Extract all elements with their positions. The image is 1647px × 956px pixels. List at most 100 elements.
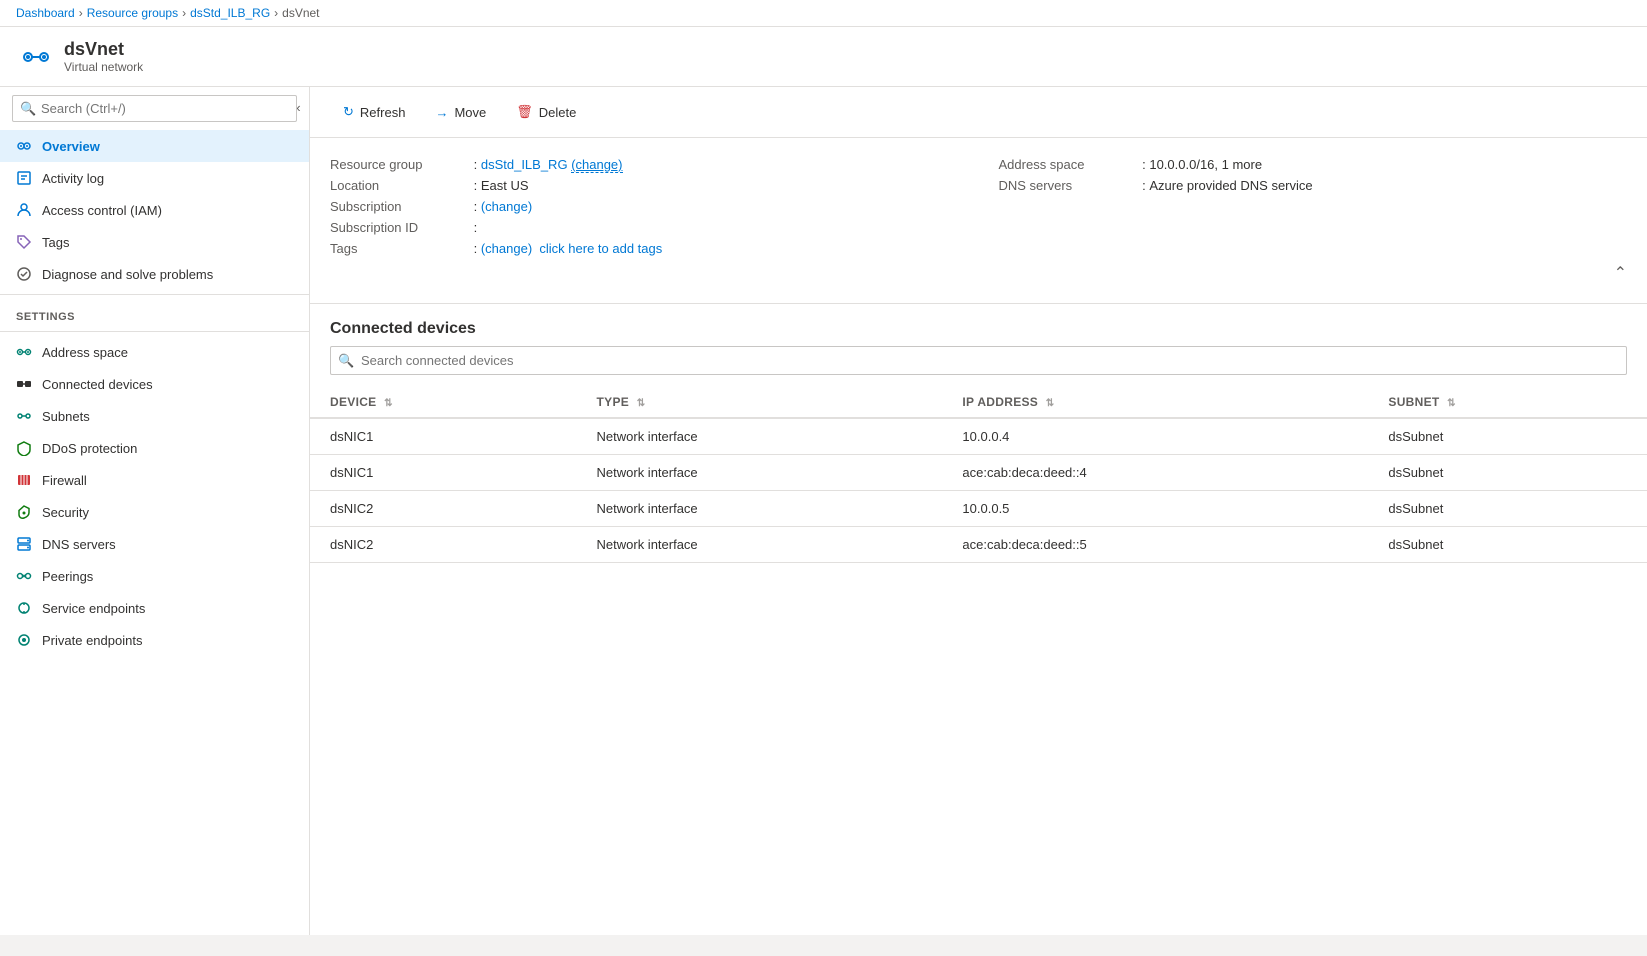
chevron-up-icon: ⌃	[1614, 263, 1627, 283]
connected-devices-section: Connected devices 🔍 DEVICE ⇅ TYPE ⇅	[310, 304, 1647, 563]
activity-log-icon	[16, 170, 32, 186]
breadcrumb-current: dsVnet	[282, 6, 319, 20]
overview-icon	[16, 138, 32, 154]
cell-ip: 10.0.0.4	[942, 418, 1368, 455]
devices-search-input[interactable]	[330, 346, 1627, 375]
tags-change-link[interactable]: (change)	[481, 241, 532, 256]
connected-devices-title: Connected devices	[310, 304, 1647, 346]
ddos-icon	[16, 440, 32, 456]
subscription-id-value: :	[470, 220, 477, 235]
security-icon	[16, 504, 32, 520]
search-icon: 🔍	[20, 101, 36, 117]
cell-type: Network interface	[577, 491, 943, 527]
cell-subnet: dsSubnet	[1368, 491, 1647, 527]
sidebar-item-label-tags: Tags	[42, 235, 69, 250]
dns-servers-row: DNS servers : Azure provided DNS service	[999, 175, 1628, 196]
breadcrumb-resource-group-name[interactable]: dsStd_ILB_RG	[190, 6, 270, 20]
cell-ip: ace:cab:deca:deed::5	[942, 527, 1368, 563]
sidebar-item-service-endpoints[interactable]: Service endpoints	[0, 592, 309, 624]
move-icon: →	[435, 105, 448, 120]
breadcrumb-resource-groups[interactable]: Resource groups	[87, 6, 178, 20]
content-area: ↻ Refresh → Move 🗑 Delete Resource group…	[310, 87, 1647, 935]
sidebar-item-label-diagnose: Diagnose and solve problems	[42, 267, 213, 282]
sidebar-item-connected-devices[interactable]: Connected devices	[0, 368, 309, 400]
location-value: : East US	[470, 178, 529, 193]
connected-devices-icon	[16, 376, 32, 392]
sidebar-item-firewall[interactable]: Firewall	[0, 464, 309, 496]
resource-group-value[interactable]: dsStd_ILB_RG	[481, 157, 568, 172]
cell-subnet: dsSubnet	[1368, 455, 1647, 491]
refresh-icon: ↻	[343, 104, 354, 120]
table-row: dsNIC2 Network interface ace:cab:deca:de…	[310, 527, 1647, 563]
cell-device: dsNIC2	[310, 527, 577, 563]
settings-section-label: Settings	[0, 299, 309, 327]
info-left-col: Resource group : dsStd_ILB_RG (change) L…	[330, 154, 959, 259]
private-endpoints-icon	[16, 632, 32, 648]
ip-sort-icon[interactable]: ⇅	[1046, 398, 1055, 409]
table-row: dsNIC1 Network interface ace:cab:deca:de…	[310, 455, 1647, 491]
move-button[interactable]: → Move	[422, 98, 499, 127]
resource-icon	[20, 41, 52, 73]
breadcrumb-dashboard[interactable]: Dashboard	[16, 6, 75, 20]
sidebar-item-ddos[interactable]: DDoS protection	[0, 432, 309, 464]
sidebar-item-activity-log[interactable]: Activity log	[0, 162, 309, 194]
service-endpoints-icon	[16, 600, 32, 616]
delete-button[interactable]: 🗑 Delete	[503, 97, 589, 127]
cell-type: Network interface	[577, 455, 943, 491]
subnets-icon	[16, 408, 32, 424]
add-tags-link[interactable]: click here to add tags	[539, 241, 662, 256]
cell-device: dsNIC1	[310, 455, 577, 491]
device-sort-icon[interactable]: ⇅	[384, 398, 393, 409]
diagnose-icon	[16, 266, 32, 282]
cell-subnet: dsSubnet	[1368, 527, 1647, 563]
info-grid: Resource group : dsStd_ILB_RG (change) L…	[330, 154, 1627, 259]
refresh-button[interactable]: ↻ Refresh	[330, 97, 418, 127]
resource-group-change-link[interactable]: (change)	[571, 157, 622, 173]
sidebar-item-peerings[interactable]: Peerings	[0, 560, 309, 592]
location-row: Location : East US	[330, 175, 959, 196]
table-header-row: DEVICE ⇅ TYPE ⇅ IP ADDRESS ⇅ SUBNET	[310, 387, 1647, 418]
sidebar-item-label-service-endpoints: Service endpoints	[42, 601, 145, 616]
col-subnet: SUBNET ⇅	[1368, 387, 1647, 418]
sidebar-item-label-access-control: Access control (IAM)	[42, 203, 162, 218]
cell-device: dsNIC2	[310, 491, 577, 527]
sidebar-item-diagnose[interactable]: Diagnose and solve problems	[0, 258, 309, 290]
resource-type: Virtual network	[64, 60, 143, 74]
subscription-change-link[interactable]: (change)	[481, 199, 532, 214]
cell-ip: ace:cab:deca:deed::4	[942, 455, 1368, 491]
sidebar-item-label-activity-log: Activity log	[42, 171, 104, 186]
sidebar-item-overview[interactable]: Overview	[0, 130, 309, 162]
resource-title: dsVnet Virtual network	[64, 39, 143, 74]
cell-type: Network interface	[577, 418, 943, 455]
sidebar-item-tags[interactable]: Tags	[0, 226, 309, 258]
cell-device: dsNIC1	[310, 418, 577, 455]
toolbar: ↻ Refresh → Move 🗑 Delete	[310, 87, 1647, 138]
move-label: Move	[454, 105, 486, 120]
subscription-id-label: Subscription ID	[330, 220, 470, 235]
resource-name: dsVnet	[64, 39, 143, 60]
sidebar-item-access-control[interactable]: Access control (IAM)	[0, 194, 309, 226]
sidebar-item-label-security: Security	[42, 505, 89, 520]
table-row: dsNIC1 Network interface 10.0.0.4 dsSubn…	[310, 418, 1647, 455]
search-box-container: 🔍	[0, 87, 309, 130]
sidebar: « 🔍 Overview	[0, 87, 310, 935]
devices-search-container: 🔍	[330, 346, 1627, 375]
subnet-sort-icon[interactable]: ⇅	[1447, 398, 1456, 409]
peerings-icon	[16, 568, 32, 584]
table-row: dsNIC2 Network interface 10.0.0.5 dsSubn…	[310, 491, 1647, 527]
sidebar-item-private-endpoints[interactable]: Private endpoints	[0, 624, 309, 656]
type-sort-icon[interactable]: ⇅	[637, 398, 646, 409]
tags-icon	[16, 234, 32, 250]
collapse-button[interactable]: ⌃	[330, 259, 1627, 287]
sidebar-item-dns-servers[interactable]: DNS servers	[0, 528, 309, 560]
sidebar-item-label-overview: Overview	[42, 139, 100, 154]
address-space-label: Address space	[999, 157, 1139, 172]
subscription-id-row: Subscription ID :	[330, 217, 959, 238]
dns-servers-icon	[16, 536, 32, 552]
sidebar-item-subnets[interactable]: Subnets	[0, 400, 309, 432]
sidebar-item-label-ddos: DDoS protection	[42, 441, 137, 456]
address-space-icon	[16, 344, 32, 360]
search-input[interactable]	[12, 95, 297, 122]
sidebar-item-security[interactable]: Security	[0, 496, 309, 528]
sidebar-item-address-space[interactable]: Address space	[0, 336, 309, 368]
